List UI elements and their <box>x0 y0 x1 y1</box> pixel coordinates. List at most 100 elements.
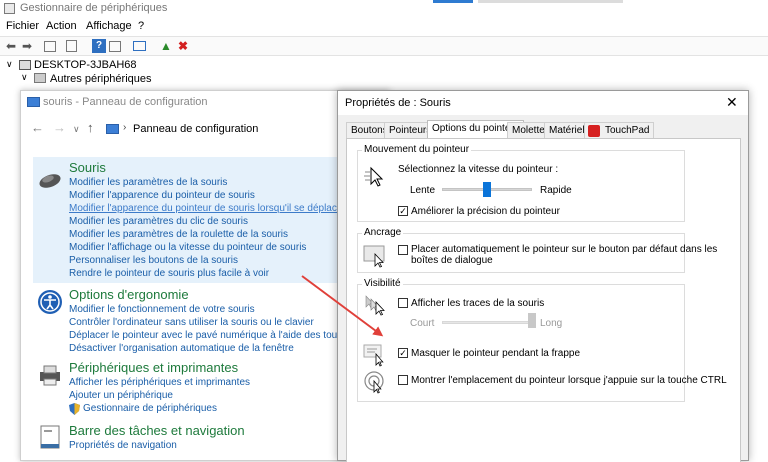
precision-checkbox[interactable]: ✓ <box>398 206 408 216</box>
window-accent <box>433 0 473 3</box>
group-snap-to: Ancrage Placer automatiquement le pointe… <box>357 227 717 273</box>
link-click-settings[interactable]: Modifier les paramètres du clic de souri… <box>69 216 248 227</box>
ease-of-access-icon <box>38 290 62 314</box>
link-no-mouse-keyboard[interactable]: Contrôler l'ordinateur sans utiliser la … <box>69 317 314 328</box>
trails-short-label: Court <box>410 318 435 329</box>
link-disable-snap[interactable]: Désactiver l'organisation automatique de… <box>69 343 294 354</box>
menu-affichage[interactable]: Affichage <box>86 20 132 32</box>
speed-label: Sélectionnez la vitesse du pointeur : <box>398 164 559 175</box>
tab-touchpad[interactable]: TouchPad <box>584 122 655 138</box>
ctrl-location-checkbox[interactable] <box>398 375 408 385</box>
group-visibility: Visibilité Afficher les traces de la sou… <box>357 278 727 402</box>
category-title-ergonomie[interactable]: Options d'ergonomie <box>69 287 189 302</box>
speed-slow-label: Lente <box>410 185 436 196</box>
group-label-motion: Mouvement du pointeur <box>362 144 472 155</box>
control-panel-icon <box>27 97 40 107</box>
close-icon[interactable]: ✕ <box>726 94 738 111</box>
view-icon[interactable] <box>109 41 121 52</box>
hide-typing-checkbox[interactable]: ✓ <box>398 348 408 358</box>
link-pointer-moving-appearance[interactable]: Modifier l'apparence du pointeur de sour… <box>69 203 342 214</box>
pointer-trails-icon <box>365 295 385 316</box>
chevron-down-icon[interactable]: ∨ <box>21 72 28 83</box>
update-driver-icon[interactable]: ▲ <box>159 39 173 53</box>
device-manager-title: Gestionnaire de périphériques <box>20 2 168 14</box>
forward-arrow-icon[interactable]: → <box>53 120 66 135</box>
mouse-properties-dialog: Propriétés de : Souris ✕ Boutons Pointeu… <box>337 90 749 462</box>
control-panel-navbar: ← → ∨ ↑ › Panneau de configuration <box>21 117 389 141</box>
help-icon[interactable]: ? <box>92 39 106 53</box>
unknown-device-icon <box>34 73 46 83</box>
control-panel-content: Souris Modifier les paramètres de la sou… <box>33 157 389 462</box>
menu-fichier[interactable]: Fichier <box>6 20 39 32</box>
snap-label-line1[interactable]: Placer automatiquement le pointeur sur l… <box>411 244 717 255</box>
shield-icon <box>69 403 80 415</box>
link-customize-buttons[interactable]: Personnaliser les boutons de la souris <box>69 255 238 266</box>
device-manager-titlebar: Gestionnaire de périphériques <box>0 0 768 18</box>
trails-label[interactable]: Afficher les traces de la souris <box>411 298 544 309</box>
control-panel-breadcrumb-icon <box>106 124 119 134</box>
hide-typing-label[interactable]: Masquer le pointeur pendant la frappe <box>411 348 580 359</box>
control-panel-title: souris - Panneau de configuration <box>43 96 208 108</box>
trails-slider-track[interactable] <box>442 321 532 324</box>
pointer-speed-icon <box>364 166 384 187</box>
touchpad-logo-icon <box>588 125 600 137</box>
link-navigation-properties[interactable]: Propriétés de navigation <box>69 440 177 451</box>
link-pointer-speed[interactable]: Modifier l'affichage ou la vitesse du po… <box>69 242 306 253</box>
hide-while-typing-icon <box>363 344 384 367</box>
uninstall-x-icon[interactable]: ✖ <box>176 39 190 53</box>
tab-touchpad-label: TouchPad <box>605 125 650 136</box>
snap-checkbox[interactable] <box>398 245 408 255</box>
device-manager-icon <box>4 3 15 14</box>
group-label-snap: Ancrage <box>362 227 404 238</box>
chevron-down-icon[interactable]: ∨ <box>6 59 13 70</box>
up-arrow-icon[interactable]: ↑ <box>87 120 94 135</box>
category-title-souris[interactable]: Souris <box>69 160 106 175</box>
category-title-peripheriques[interactable]: Périphériques et imprimantes <box>69 360 238 375</box>
pointer-options-panel: Mouvement du pointeur Sélectionnez la vi… <box>346 138 741 462</box>
link-pointer-appearance[interactable]: Modifier l'apparence du pointeur de sour… <box>69 190 255 201</box>
taskbar-icon <box>40 425 60 449</box>
link-mouse-settings[interactable]: Modifier les paramètres de la souris <box>69 177 227 188</box>
trails-checkbox[interactable] <box>398 298 408 308</box>
link-wheel-settings[interactable]: Modifier les paramètres de la roulette d… <box>69 229 288 240</box>
link-mouse-behavior[interactable]: Modifier le fonctionnement de votre sour… <box>69 304 255 315</box>
link-device-manager[interactable]: Gestionnaire de périphériques <box>83 403 217 414</box>
speed-fast-label: Rapide <box>540 185 572 196</box>
document-icon[interactable] <box>66 40 77 52</box>
control-panel-window: souris - Panneau de configuration ← → ∨ … <box>20 90 390 461</box>
category-title-barre-taches[interactable]: Barre des tâches et navigation <box>69 423 245 438</box>
link-pointer-visibility[interactable]: Rendre le pointeur de souris plus facile… <box>69 268 269 279</box>
forward-arrow-icon[interactable]: ➡ <box>20 39 34 53</box>
back-arrow-icon[interactable]: ← <box>31 120 44 135</box>
trails-long-label: Long <box>540 318 563 329</box>
properties-window-icon[interactable] <box>44 41 56 52</box>
link-add-device[interactable]: Ajouter un périphérique <box>69 390 173 401</box>
group-label-visibility: Visibilité <box>362 278 403 289</box>
tree-other-devices[interactable]: Autres périphériques <box>50 73 152 85</box>
breadcrumb-separator-icon: › <box>123 122 127 133</box>
ctrl-location-label[interactable]: Montrer l'emplacement du pointeur lorsqu… <box>411 375 727 386</box>
mouse-icon <box>39 174 61 188</box>
snap-label-line2[interactable]: boîtes de dialogue <box>411 255 493 266</box>
snap-to-button-icon <box>363 245 385 268</box>
tab-materiel[interactable]: Matériel <box>544 122 590 138</box>
monitor-icon[interactable] <box>133 41 146 51</box>
tree-root[interactable]: DESKTOP-3JBAH68 <box>34 59 137 71</box>
control-panel-titlebar: souris - Panneau de configuration <box>21 91 389 113</box>
link-mouse-keys[interactable]: Déplacer le pointeur avec le pavé numéri… <box>69 330 372 341</box>
ctrl-location-icon <box>364 371 384 394</box>
trails-slider-thumb[interactable] <box>528 313 536 328</box>
dialog-titlebar: Propriétés de : Souris ✕ <box>338 91 748 115</box>
speed-slider-thumb[interactable] <box>483 182 491 197</box>
back-arrow-icon[interactable]: ⬅ <box>4 39 18 53</box>
window-accent-secondary <box>478 0 623 3</box>
menu-help[interactable]: ? <box>138 20 144 32</box>
chevron-down-icon[interactable]: ∨ <box>73 124 80 135</box>
computer-icon <box>19 60 31 70</box>
dialog-title: Propriétés de : Souris <box>345 97 451 109</box>
breadcrumb[interactable]: Panneau de configuration <box>133 123 258 135</box>
menu-action[interactable]: Action <box>46 20 77 32</box>
device-manager-menubar: Fichier Action Affichage ? <box>0 18 768 36</box>
precision-label[interactable]: Améliorer la précision du pointeur <box>411 206 560 217</box>
link-devices-printers[interactable]: Afficher les périphériques et imprimante… <box>69 377 250 388</box>
